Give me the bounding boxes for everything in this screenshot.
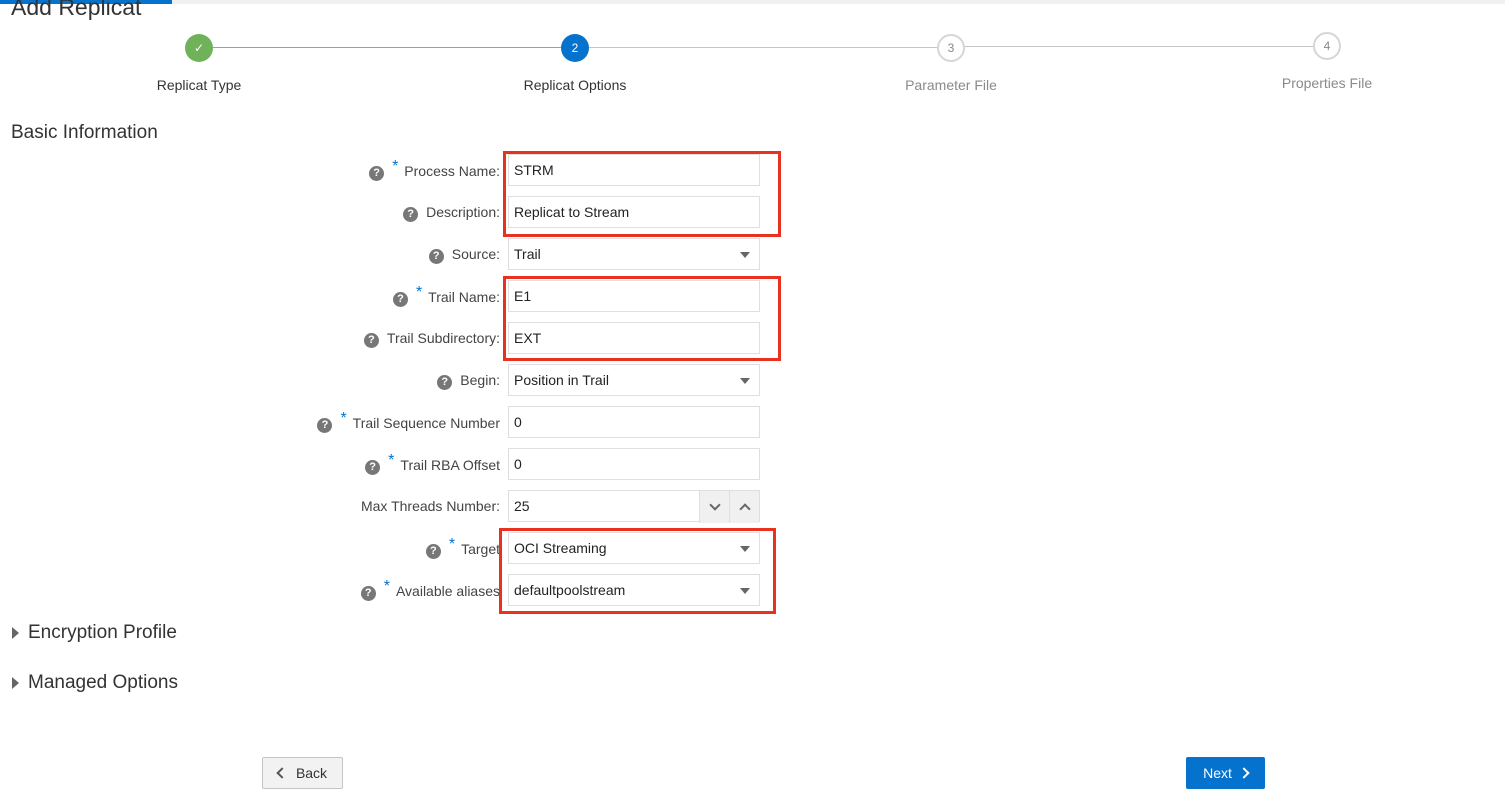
required-asterisk: *	[388, 452, 395, 469]
help-icon[interactable]: ?	[428, 248, 444, 264]
begin-select[interactable]: Position in Trail	[508, 364, 760, 396]
help-icon[interactable]: ?	[363, 332, 379, 348]
dropdown-caret-icon	[740, 252, 750, 258]
step-3-label[interactable]: Parameter File	[851, 77, 1051, 93]
source-row: ? Source: Trail	[0, 238, 800, 270]
encryption-profile-toggle[interactable]: Encryption Profile	[12, 622, 177, 644]
highlight-box-target	[499, 528, 776, 614]
required-asterisk: *	[383, 578, 390, 595]
required-asterisk: *	[448, 536, 456, 553]
process-name-label: Process Name:	[404, 163, 500, 179]
source-select[interactable]: Trail	[508, 238, 760, 270]
required-asterisk: *	[340, 410, 347, 427]
train-connector	[965, 46, 1314, 47]
back-button-label: Back	[295, 765, 328, 781]
expand-triangle-icon	[12, 627, 19, 639]
encryption-profile-label: Encryption Profile	[28, 622, 177, 643]
managed-options-toggle[interactable]: Managed Options	[12, 672, 178, 694]
chevron-left-icon	[276, 767, 288, 779]
train-connector	[589, 47, 937, 48]
help-icon[interactable]: ?	[360, 585, 376, 601]
trail-sequence-number-input[interactable]: 0	[508, 406, 760, 438]
help-icon[interactable]: ?	[369, 165, 385, 181]
increment-chevron-up-icon[interactable]	[729, 491, 759, 523]
begin-value: Position in Trail	[514, 372, 609, 388]
top-border	[0, 0, 1505, 4]
target-label: Target	[461, 541, 500, 557]
train-connector	[213, 47, 561, 48]
step-3-indicator[interactable]: 3	[937, 34, 965, 62]
step-2-label[interactable]: Replicat Options	[475, 77, 675, 93]
trail-name-label: Trail Name:	[428, 289, 500, 305]
help-icon[interactable]: ?	[365, 459, 381, 475]
page-title: Add Replicat	[11, 0, 142, 20]
trail-subdirectory-label: Trail Subdirectory:	[386, 330, 500, 346]
available-aliases-label: Available aliases	[395, 583, 500, 599]
trail-rba-offset-row: ? * Trail RBA Offset 0	[0, 448, 800, 480]
trail-sequence-number-row: ? * Trail Sequence Number 0	[0, 406, 800, 438]
highlight-box-trail	[503, 276, 781, 361]
decrement-chevron-down-icon[interactable]	[699, 491, 729, 523]
max-threads-row: Max Threads Number: 25	[0, 490, 800, 523]
max-threads-stepper[interactable]: 25	[508, 490, 760, 523]
highlight-box-process	[503, 151, 781, 237]
description-label: Description:	[426, 204, 500, 220]
max-threads-value: 25	[514, 498, 530, 514]
section-heading-basic-information: Basic Information	[11, 122, 158, 143]
source-value: Trail	[514, 246, 541, 262]
help-icon[interactable]: ?	[437, 374, 453, 390]
source-label: Source:	[451, 246, 500, 262]
back-button[interactable]: Back	[262, 757, 343, 789]
next-button[interactable]: Next	[1186, 757, 1265, 789]
expand-triangle-icon	[12, 677, 19, 689]
help-icon[interactable]: ?	[392, 291, 408, 307]
step-4-label[interactable]: Properties File	[1227, 75, 1427, 91]
trail-rba-offset-input[interactable]: 0	[508, 448, 760, 480]
step-4-indicator[interactable]: 4	[1313, 32, 1341, 60]
help-icon[interactable]: ?	[403, 206, 419, 222]
step-2-indicator[interactable]: 2	[561, 34, 589, 62]
begin-label: Begin:	[460, 372, 500, 388]
next-button-label: Next	[1203, 765, 1232, 781]
help-icon[interactable]: ?	[317, 417, 333, 433]
trail-rba-offset-label: Trail RBA Offset	[400, 457, 500, 473]
max-threads-label: Max Threads Number:	[360, 498, 500, 514]
step-1-check-icon[interactable]: ✓	[185, 34, 213, 62]
managed-options-label: Managed Options	[28, 672, 178, 693]
trail-sequence-number-label: Trail Sequence Number	[352, 415, 500, 431]
dropdown-caret-icon	[740, 378, 750, 384]
help-icon[interactable]: ?	[425, 543, 441, 559]
required-asterisk: *	[392, 158, 399, 175]
chevron-right-icon	[1238, 767, 1250, 779]
begin-row: ? Begin: Position in Trail	[0, 364, 800, 396]
step-1-label[interactable]: Replicat Type	[99, 77, 299, 93]
required-asterisk: *	[415, 284, 423, 301]
